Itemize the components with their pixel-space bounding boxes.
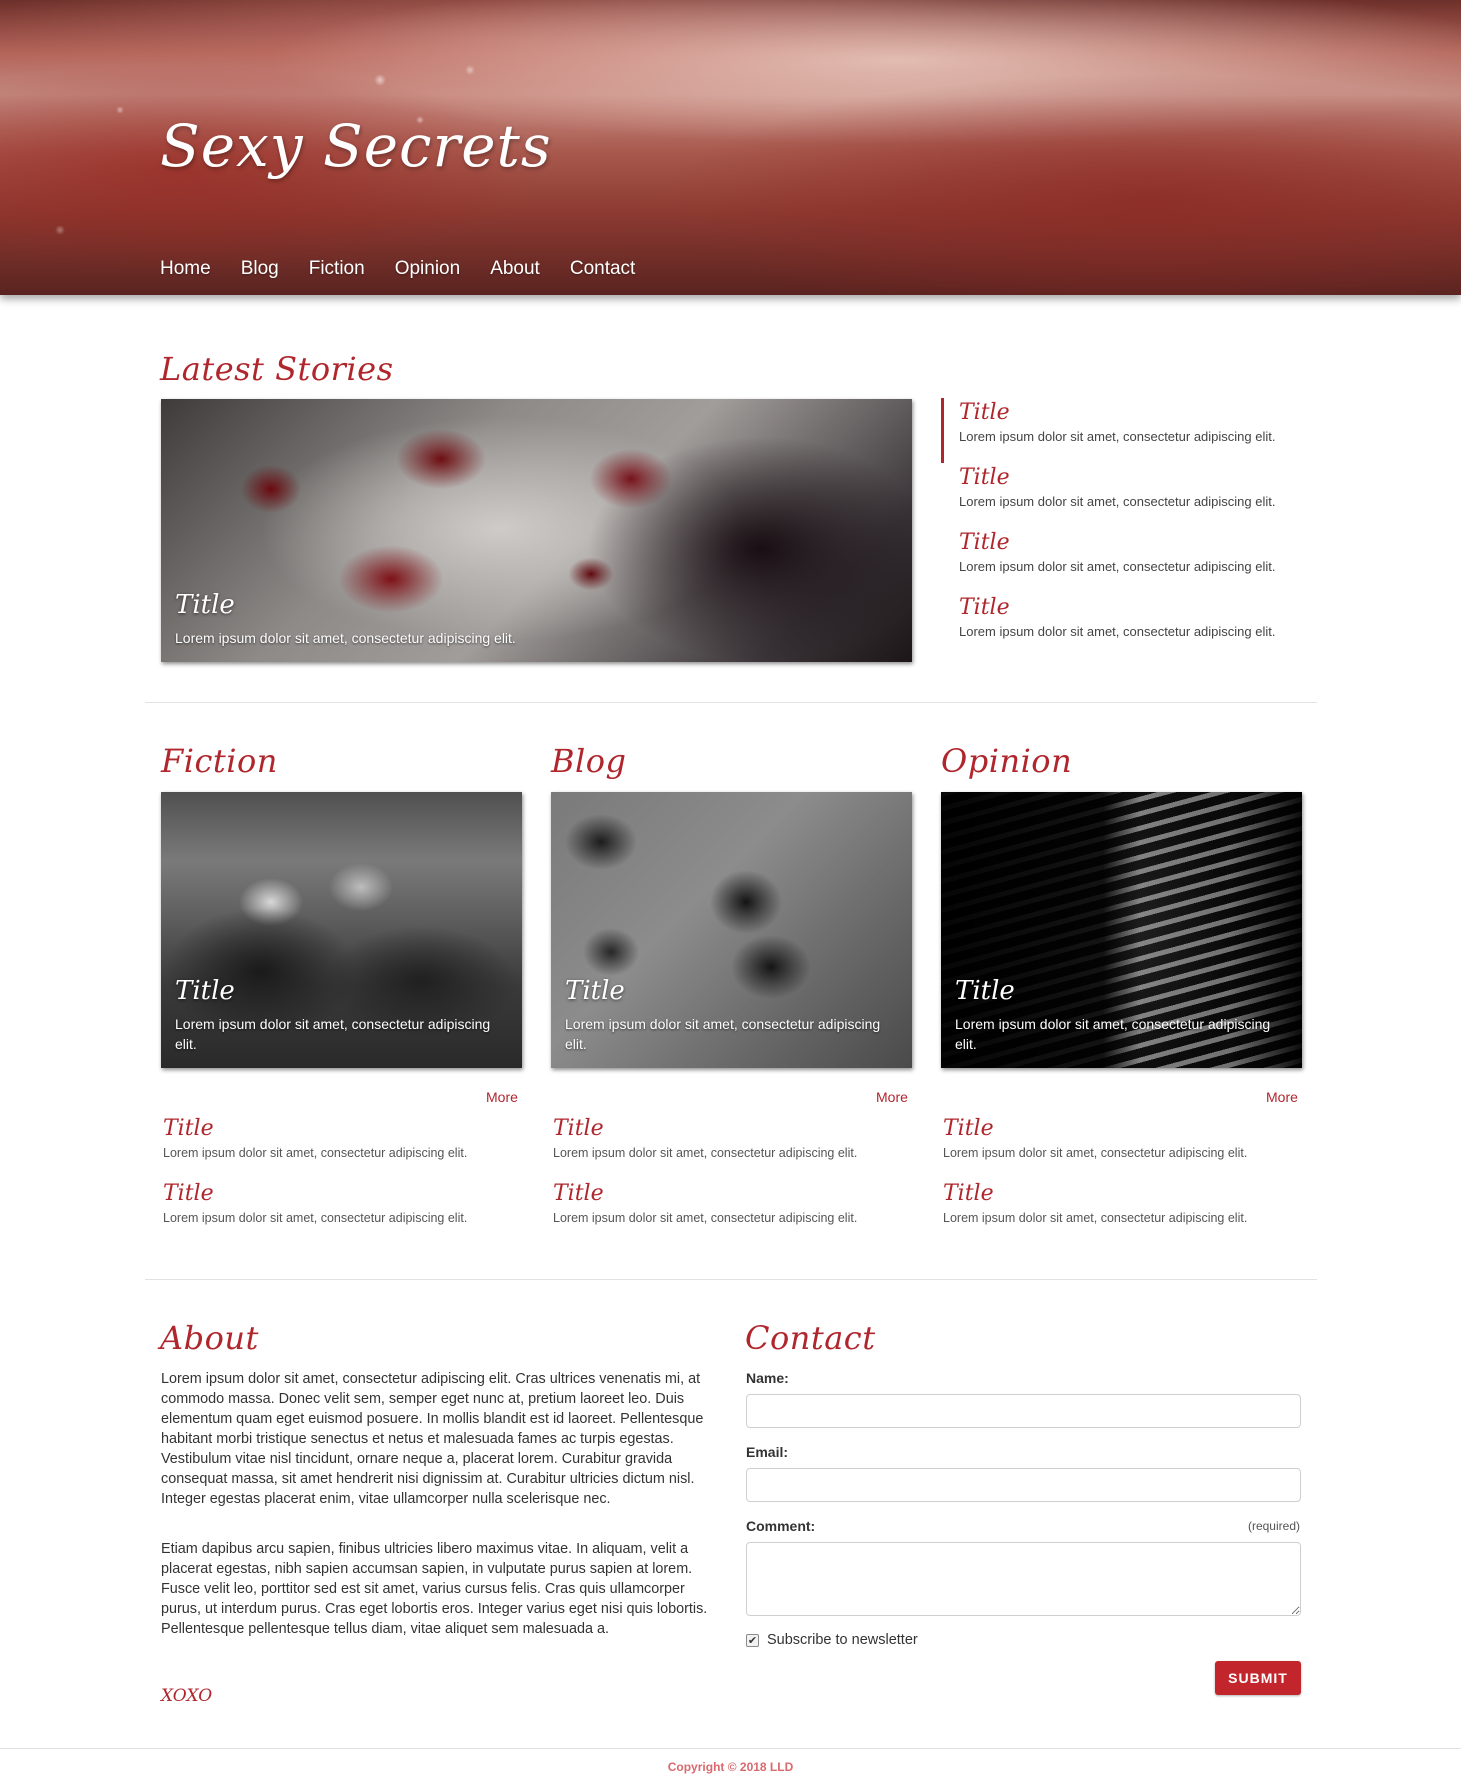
blog-card-title: Title xyxy=(565,976,625,1006)
nav-home[interactable]: Home xyxy=(160,258,211,280)
footer-copyright: Copyright © 2018 LLD xyxy=(667,1760,794,1774)
latest-story-item[interactable]: Title Lorem ipsum dolor sit amet, consec… xyxy=(941,398,1301,463)
name-label: Name: xyxy=(746,1370,789,1386)
main-nav: Home Blog Fiction Opinion About Contact xyxy=(160,258,635,280)
subscribe-label[interactable]: Subscribe to newsletter xyxy=(767,1632,918,1648)
opinion-card-title: Title xyxy=(955,976,1015,1006)
opinion-item-title: Title xyxy=(943,1181,994,1206)
blog-card-excerpt: Lorem ipsum dolor sit amet, consectetur … xyxy=(565,1016,881,1052)
latest-story-excerpt: Lorem ipsum dolor sit amet, consectetur … xyxy=(959,494,1276,509)
latest-story-title: Title xyxy=(959,530,1010,555)
opinion-heading: Opinion xyxy=(941,742,1073,780)
featured-story-excerpt: Lorem ipsum dolor sit amet, consectetur … xyxy=(175,630,516,646)
nav-opinion[interactable]: Opinion xyxy=(395,258,461,280)
email-input[interactable] xyxy=(746,1468,1301,1502)
blog-heading: Blog xyxy=(551,742,627,780)
name-input[interactable] xyxy=(746,1394,1301,1428)
fiction-heading: Fiction xyxy=(161,742,278,780)
latest-stories-heading: Latest Stories xyxy=(160,350,394,388)
fiction-list-item[interactable]: Title Lorem ipsum dolor sit amet, consec… xyxy=(163,1179,523,1227)
featured-story-caption: Title Lorem ipsum dolor sit amet, consec… xyxy=(175,590,898,648)
about-heading: About xyxy=(160,1319,259,1357)
footer-divider xyxy=(0,1748,1461,1749)
fiction-card-caption: Title Lorem ipsum dolor sit amet, consec… xyxy=(175,976,508,1054)
fiction-item-excerpt: Lorem ipsum dolor sit amet, consectetur … xyxy=(163,1146,468,1160)
fiction-more-link[interactable]: More xyxy=(486,1089,518,1105)
opinion-list-item[interactable]: Title Lorem ipsum dolor sit amet, consec… xyxy=(943,1179,1303,1227)
submit-button[interactable]: SUBMIT xyxy=(1215,1661,1301,1695)
opinion-item-title: Title xyxy=(943,1116,994,1141)
blog-card-caption: Title Lorem ipsum dolor sit amet, consec… xyxy=(565,976,898,1054)
blog-item-title: Title xyxy=(553,1181,604,1206)
nav-contact[interactable]: Contact xyxy=(570,258,635,280)
subscribe-checkbox[interactable]: ✔ xyxy=(746,1633,759,1647)
blog-feature-card[interactable]: Title Lorem ipsum dolor sit amet, consec… xyxy=(551,792,912,1068)
about-signoff: XOXO xyxy=(161,1686,213,1706)
opinion-item-excerpt: Lorem ipsum dolor sit amet, consectetur … xyxy=(943,1211,1248,1225)
latest-stories-list: Title Lorem ipsum dolor sit amet, consec… xyxy=(941,398,1301,658)
comment-label: Comment: xyxy=(746,1518,816,1534)
blog-list-item[interactable]: Title Lorem ipsum dolor sit amet, consec… xyxy=(553,1179,913,1227)
latest-story-item[interactable]: Title Lorem ipsum dolor sit amet, consec… xyxy=(941,593,1301,658)
opinion-feature-card[interactable]: Title Lorem ipsum dolor sit amet, consec… xyxy=(941,792,1302,1068)
site-title[interactable]: Sexy Secrets xyxy=(160,112,552,180)
fiction-list-item[interactable]: Title Lorem ipsum dolor sit amet, consec… xyxy=(163,1114,523,1162)
fiction-item-title: Title xyxy=(163,1181,214,1206)
comment-required-note: (required) xyxy=(1247,1519,1300,1533)
header-hero-banner: Sexy Secrets Home Blog Fiction Opinion A… xyxy=(0,0,1461,295)
latest-story-excerpt: Lorem ipsum dolor sit amet, consectetur … xyxy=(959,429,1276,444)
blog-item-excerpt: Lorem ipsum dolor sit amet, consectetur … xyxy=(553,1211,858,1225)
opinion-list-item[interactable]: Title Lorem ipsum dolor sit amet, consec… xyxy=(943,1114,1303,1162)
blog-item-title: Title xyxy=(553,1116,604,1141)
about-paragraph: Lorem ipsum dolor sit amet, consectetur … xyxy=(161,1371,704,1507)
contact-heading: Contact xyxy=(745,1319,876,1357)
fiction-item-excerpt: Lorem ipsum dolor sit amet, consectetur … xyxy=(163,1211,468,1225)
latest-story-excerpt: Lorem ipsum dolor sit amet, consectetur … xyxy=(959,624,1276,639)
email-label: Email: xyxy=(746,1444,789,1460)
opinion-item-excerpt: Lorem ipsum dolor sit amet, consectetur … xyxy=(943,1146,1248,1160)
latest-story-title: Title xyxy=(959,400,1010,425)
latest-story-excerpt: Lorem ipsum dolor sit amet, consectetur … xyxy=(959,559,1276,574)
nav-blog[interactable]: Blog xyxy=(241,258,279,280)
nav-about[interactable]: About xyxy=(490,258,540,280)
featured-story-card[interactable]: Title Lorem ipsum dolor sit amet, consec… xyxy=(161,399,912,662)
blog-item-excerpt: Lorem ipsum dolor sit amet, consectetur … xyxy=(553,1146,858,1160)
section-divider xyxy=(145,702,1317,703)
latest-story-item[interactable]: Title Lorem ipsum dolor sit amet, consec… xyxy=(941,463,1301,528)
latest-story-title: Title xyxy=(959,465,1010,490)
subscribe-row: ✔ Subscribe to newsletter xyxy=(746,1632,918,1648)
fiction-item-title: Title xyxy=(163,1116,214,1141)
opinion-card-excerpt: Lorem ipsum dolor sit amet, consectetur … xyxy=(955,1016,1271,1052)
latest-story-item[interactable]: Title Lorem ipsum dolor sit amet, consec… xyxy=(941,528,1301,593)
section-divider xyxy=(145,1279,1317,1280)
latest-story-title: Title xyxy=(959,595,1010,620)
fiction-card-excerpt: Lorem ipsum dolor sit amet, consectetur … xyxy=(175,1016,491,1052)
fiction-card-title: Title xyxy=(175,976,235,1006)
featured-story-title: Title xyxy=(175,590,235,620)
blog-more-link[interactable]: More xyxy=(876,1089,908,1105)
opinion-more-link[interactable]: More xyxy=(1266,1089,1298,1105)
about-paragraph: Etiam dapibus arcu sapien, finibus ultri… xyxy=(161,1541,708,1637)
blog-list-item[interactable]: Title Lorem ipsum dolor sit amet, consec… xyxy=(553,1114,913,1162)
fiction-feature-card[interactable]: Title Lorem ipsum dolor sit amet, consec… xyxy=(161,792,522,1068)
nav-fiction[interactable]: Fiction xyxy=(309,258,365,280)
comment-textarea[interactable] xyxy=(746,1542,1301,1616)
opinion-card-caption: Title Lorem ipsum dolor sit amet, consec… xyxy=(955,976,1288,1054)
